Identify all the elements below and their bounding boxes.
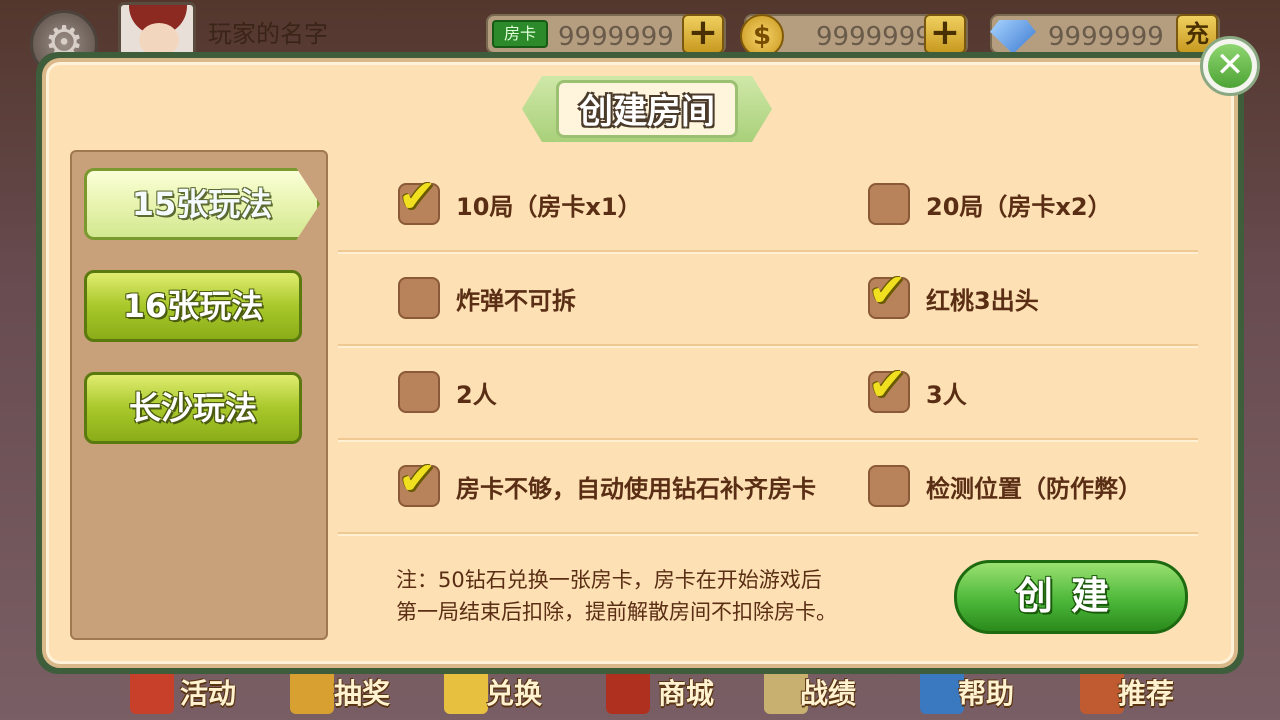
check-icon: ✔ [868, 263, 907, 317]
mode-changsha-tab[interactable]: 长沙玩法 [84, 372, 302, 444]
checkbox[interactable] [398, 277, 440, 319]
add-room-card-button[interactable]: + [682, 14, 724, 54]
option-label: 检测位置（防作弊） [926, 474, 1142, 503]
nav-lottery[interactable]: 抽奖 [334, 672, 390, 712]
nav-record[interactable]: 战绩 [800, 672, 856, 712]
checkbox[interactable]: ✔ [398, 171, 440, 225]
note-line-1: 注：50钻石兑换一张房卡，房卡在开始游戏后 [396, 568, 822, 592]
checkbox[interactable]: ✔ [868, 359, 910, 413]
option-2-players[interactable]: 2人 [398, 370, 497, 414]
check-icon: ✔ [868, 357, 907, 411]
mode-15-label: 15张玩法 [131, 185, 273, 223]
create-room-dialog: 创建房间 15张玩法 16张玩法 长沙玩法 ✔ 10局（房卡x1） 20局（房卡… [36, 52, 1244, 674]
close-button[interactable]: ✕ [1200, 36, 1260, 96]
option-label: 炸弹不可拆 [456, 286, 576, 315]
top-bar: ⚙ 玩家的名字 房卡 9999999 + $ 9999999 + 9999999… [0, 0, 1280, 78]
nav-exchange[interactable]: 兑换 [486, 672, 542, 712]
option-label: 2人 [456, 380, 497, 409]
checkbox[interactable]: ✔ [398, 453, 440, 507]
checkbox[interactable] [398, 371, 440, 413]
create-button[interactable]: 创建 [954, 560, 1188, 634]
options-row: ✔ 房卡不够，自动使用钻石补齐房卡 检测位置（防作弊） [338, 440, 1198, 536]
checkbox[interactable]: ✔ [868, 265, 910, 319]
checkbox[interactable] [868, 465, 910, 507]
room-card-counter: 房卡 9999999 + [486, 14, 726, 54]
avatar[interactable] [118, 2, 196, 58]
option-label: 房卡不够，自动使用钻石补齐房卡 [456, 474, 816, 503]
player-name: 玩家的名字 [208, 20, 328, 48]
option-label: 10局（房卡x1） [456, 192, 642, 221]
option-20-rounds[interactable]: 20局（房卡x2） [868, 182, 1112, 226]
dialog-title: 创建房间 [579, 92, 715, 132]
options-row: 炸弹不可拆 ✔ 红桃3出头 [338, 252, 1198, 348]
nav-recommend[interactable]: 推荐 [1118, 672, 1174, 712]
diamond-icon [990, 20, 1036, 54]
diamond-counter: 9999999 充 [990, 14, 1220, 54]
option-3-players[interactable]: ✔ 3人 [868, 359, 967, 414]
coin-counter: $ 9999999 + [740, 14, 968, 58]
note-line-2: 第一局结束后扣除，提前解散房间不扣除房卡。 [396, 600, 837, 624]
mode-panel: 15张玩法 16张玩法 长沙玩法 [70, 150, 328, 640]
option-location-check[interactable]: 检测位置（防作弊） [868, 464, 1142, 508]
option-auto-diamond[interactable]: ✔ 房卡不够，自动使用钻石补齐房卡 [398, 453, 816, 508]
coin-value: 9999999 [816, 22, 932, 52]
check-icon: ✔ [398, 169, 437, 223]
dialog-body: 创建房间 15张玩法 16张玩法 长沙玩法 ✔ 10局（房卡x1） 20局（房卡… [42, 58, 1238, 668]
add-coin-button[interactable]: + [924, 14, 966, 54]
options-row: ✔ 10局（房卡x1） 20局（房卡x2） [338, 158, 1198, 254]
close-icon: ✕ [1208, 44, 1252, 88]
options-row: 2人 ✔ 3人 [338, 346, 1198, 442]
option-label: 3人 [926, 380, 967, 409]
option-heart3-first[interactable]: ✔ 红桃3出头 [868, 265, 1039, 320]
option-label: 20局（房卡x2） [926, 192, 1112, 221]
mode-16-tab[interactable]: 16张玩法 [84, 270, 302, 342]
nav-shop[interactable]: 商城 [658, 672, 714, 712]
option-bomb-no-split[interactable]: 炸弹不可拆 [398, 276, 576, 320]
nav-activity[interactable]: 活动 [180, 672, 236, 712]
note-text: 注：50钻石兑换一张房卡，房卡在开始游戏后 第一局结束后扣除，提前解散房间不扣除… [396, 564, 837, 628]
room-card-value: 9999999 [558, 22, 674, 52]
nav-help[interactable]: 帮助 [958, 672, 1014, 712]
room-card-icon: 房卡 [492, 20, 548, 48]
checkbox[interactable] [868, 183, 910, 225]
mode-15-tab[interactable]: 15张玩法 [84, 168, 320, 240]
options-grid: ✔ 10局（房卡x1） 20局（房卡x2） 炸弹不可拆 ✔ 红桃3出头 2人 ✔… [338, 158, 1198, 538]
diamond-value: 9999999 [1048, 22, 1164, 52]
option-label: 红桃3出头 [926, 286, 1039, 315]
option-10-rounds[interactable]: ✔ 10局（房卡x1） [398, 171, 642, 226]
check-icon: ✔ [398, 451, 437, 505]
